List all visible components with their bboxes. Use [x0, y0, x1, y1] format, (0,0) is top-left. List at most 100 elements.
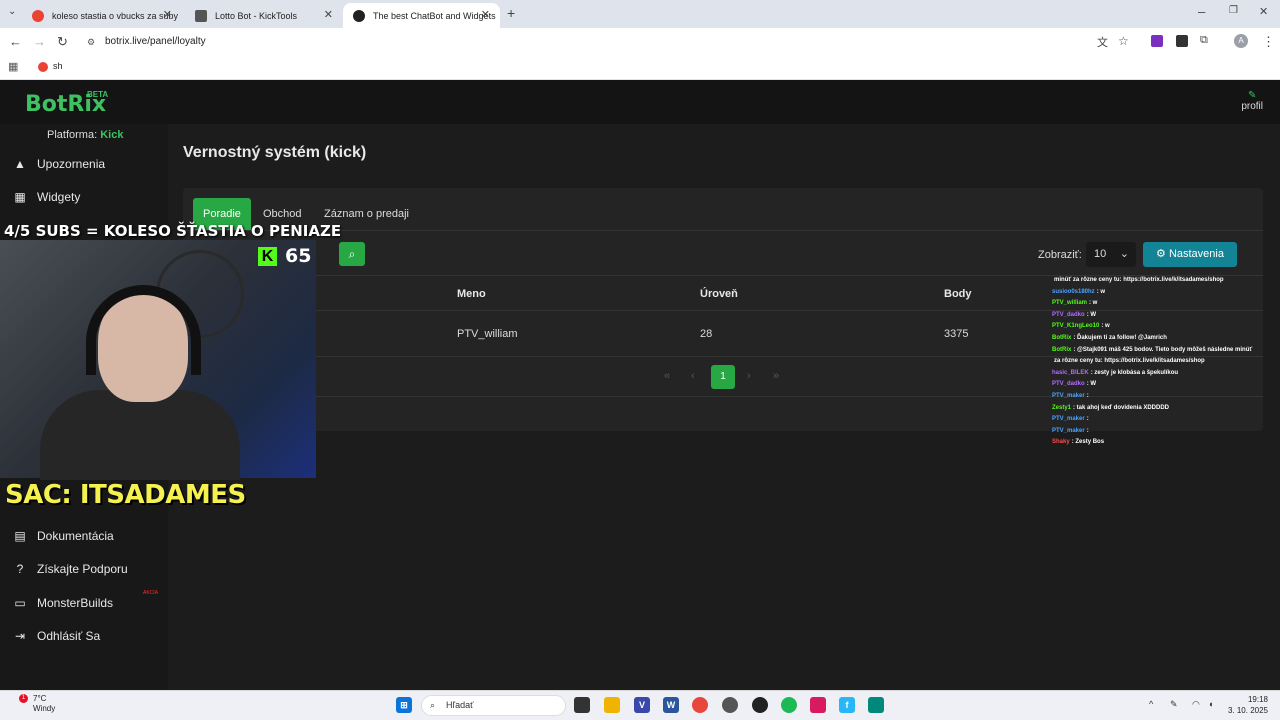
settings-button[interactable]: ⚙ Nastavenia — [1143, 242, 1237, 267]
url-field[interactable]: ⚙ botrix.live/panel/loyalty — [80, 31, 1140, 53]
puzzle-icon[interactable]: ⧉ — [1200, 34, 1208, 47]
close-tab-icon[interactable]: ✕ — [163, 8, 172, 21]
pagination-last-button[interactable]: » — [773, 370, 779, 382]
volume-icon[interactable]: ◖ — [1208, 699, 1213, 709]
profile-link[interactable]: ✎ profil — [1241, 90, 1263, 112]
translate-icon[interactable]: 文 — [1097, 34, 1108, 50]
chat-username: PTV_maker — [1052, 427, 1085, 434]
close-window-icon[interactable]: ✕ — [1259, 5, 1268, 18]
tray-chevron-icon[interactable]: ^ — [1149, 699, 1153, 709]
close-tab-icon[interactable]: ✕ — [324, 8, 333, 21]
chat-username: Shaky — [1052, 439, 1070, 446]
chat-username: BotRix — [1052, 334, 1072, 341]
avatar[interactable]: A — [1234, 34, 1248, 48]
notes-icon[interactable] — [868, 697, 884, 713]
platform-label: Platforma: — [47, 129, 98, 141]
pagination-prev-button[interactable]: ‹ — [691, 370, 695, 382]
sidebar-item-label: Upozornenia — [37, 157, 106, 171]
search-button[interactable]: ⌕ — [339, 242, 365, 266]
tab-search-chevron-icon[interactable]: ⌄ — [8, 6, 16, 17]
weather-widget[interactable]: 7°C Windy — [33, 694, 55, 714]
chat-username: PTV_dadko — [1052, 381, 1085, 388]
taskbar-clock[interactable]: 19:18 3. 10. 2025 — [1228, 694, 1268, 716]
kicktools-icon — [195, 9, 207, 22]
word-icon[interactable]: W — [663, 697, 679, 713]
windows-start-icon[interactable]: ⊞ — [396, 697, 412, 713]
apps-grid-icon[interactable]: ▦ — [8, 60, 18, 73]
sidebar-item-podpora[interactable]: ? Získajte Podporu — [13, 562, 128, 576]
col-header-meno[interactable]: Meno — [457, 288, 486, 300]
bookmark-link[interactable]: sh — [53, 61, 63, 71]
table-cell-points: 3375 — [944, 328, 969, 340]
chat-username: BotRix — [1052, 346, 1072, 353]
chat-text: : w — [1101, 323, 1110, 330]
platform-value: Kick — [100, 129, 124, 141]
sidebar-item-odhlasit[interactable]: ⇥ Odhlásiť Sa — [13, 629, 100, 643]
headset-app-icon[interactable] — [722, 697, 738, 713]
browser-tab[interactable]: Lotto Bot - KickTools ✕ — [185, 3, 343, 28]
weather-desc: Windy — [33, 704, 56, 713]
taskbar-search[interactable]: ⌕ Hľadať — [421, 695, 566, 716]
reload-icon[interactable]: ↻ — [57, 34, 68, 50]
pen-icon[interactable]: ✎ — [1170, 699, 1178, 710]
task-view-icon[interactable] — [574, 697, 590, 713]
windows-taskbar: 1 7°C Windy ⊞ ⌕ Hľadať V W f ^ ✎ ◠ ◖ 19:… — [0, 690, 1280, 720]
chat-message: minúť za rôzne ceny tu: https://botrix.l… — [1052, 275, 1280, 287]
book-icon: ▤ — [14, 529, 26, 543]
app-icon[interactable]: V — [634, 697, 650, 713]
sidebar-item-label: Widgety — [37, 190, 81, 204]
taskbar-time: 19:18 — [1247, 695, 1268, 704]
chat-username: susioo0s180hz — [1052, 288, 1095, 295]
search-icon: ⌕ — [430, 700, 436, 710]
obs-icon[interactable] — [752, 697, 768, 713]
pagination-next-button[interactable]: › — [747, 370, 751, 382]
pagination-current-page[interactable]: 1 — [711, 365, 735, 389]
wifi-icon[interactable]: ◠ — [1192, 699, 1200, 710]
minimize-icon[interactable]: – — [1198, 4, 1205, 19]
extension-icon[interactable] — [1176, 35, 1188, 47]
chrome-icon[interactable] — [692, 697, 708, 713]
extension-icon[interactable] — [1151, 35, 1163, 47]
app-icon[interactable]: f — [839, 697, 855, 713]
sidebar-item-upozornenia[interactable]: ▲ Upozornenia — [13, 157, 105, 171]
col-header-uroven[interactable]: Úroveň — [700, 288, 738, 300]
profile-label: profil — [1241, 101, 1263, 112]
new-tab-button[interactable]: + — [507, 5, 515, 21]
site-info-icon[interactable]: ⚙ — [87, 31, 95, 53]
chat-message: PTV_dadko: W — [1052, 379, 1280, 391]
close-tab-icon[interactable]: ✕ — [481, 8, 490, 21]
top-navbar: BotRix BETA ✎ profil — [0, 80, 1280, 124]
menu-icon[interactable]: ⋮ — [1262, 34, 1275, 50]
taskbar-date: 3. 10. 2025 — [1227, 706, 1268, 715]
pagination-first-button[interactable]: « — [664, 370, 670, 382]
tab-divider — [183, 230, 1263, 231]
chat-text: : Zesty Bos — [1071, 439, 1105, 446]
bookmark-star-icon[interactable]: ☆ — [1118, 34, 1129, 48]
browser-tab-active[interactable]: The best ChatBot and Widgets ✕ — [343, 3, 500, 28]
chat-message: PTV_maker: — [1052, 426, 1280, 438]
address-bar-row: ← → ↻ ⚙ botrix.live/panel/loyalty 文 ☆ ⧉ … — [0, 28, 1280, 56]
chat-message: BotRix: Ďakujem ti za follow! @Jamrich — [1052, 333, 1280, 345]
spotify-icon[interactable] — [781, 697, 797, 713]
maximize-icon[interactable]: ❐ — [1229, 5, 1238, 16]
browser-tab[interactable]: koleso stastia o vbucks za suby ✕ — [22, 3, 182, 28]
chat-message: Shaky: Zesty Bos — [1052, 437, 1280, 449]
sub-goal-overlay: 4/5 SUBS = KOLESO ŠŤASTIA O PENIAZE — [4, 222, 342, 240]
file-explorer-icon[interactable] — [604, 697, 620, 713]
forward-icon[interactable]: → — [33, 34, 46, 49]
chat-message: PTV_maker: — [1052, 391, 1280, 403]
sidebar-item-dokumentacia[interactable]: ▤ Dokumentácia — [13, 529, 113, 543]
chat-message: za rôzne ceny tu: https://botrix.live/k/… — [1052, 356, 1280, 368]
chat-username: hasic_BILEK — [1052, 369, 1089, 376]
chat-message: susioo0s180hz: w — [1052, 287, 1280, 299]
tiktok-icon[interactable] — [810, 697, 826, 713]
chat-username: PTV_dadko — [1052, 311, 1085, 318]
sidebar-item-widgety[interactable]: ▦ Widgety — [13, 190, 80, 204]
chat-text: : — [1086, 416, 1089, 423]
col-header-body[interactable]: Body — [944, 288, 972, 300]
page-title: Vernostný systém (kick) — [183, 144, 367, 161]
chat-username: PTV_K1ngLeo10 — [1052, 323, 1100, 330]
sidebar-item-monsterbuilds[interactable]: ▭ MonsterBuilds AKCIA — [13, 590, 158, 610]
page-size-select[interactable]: 10 ⌄ — [1086, 242, 1136, 267]
back-icon[interactable]: ← — [9, 34, 22, 49]
